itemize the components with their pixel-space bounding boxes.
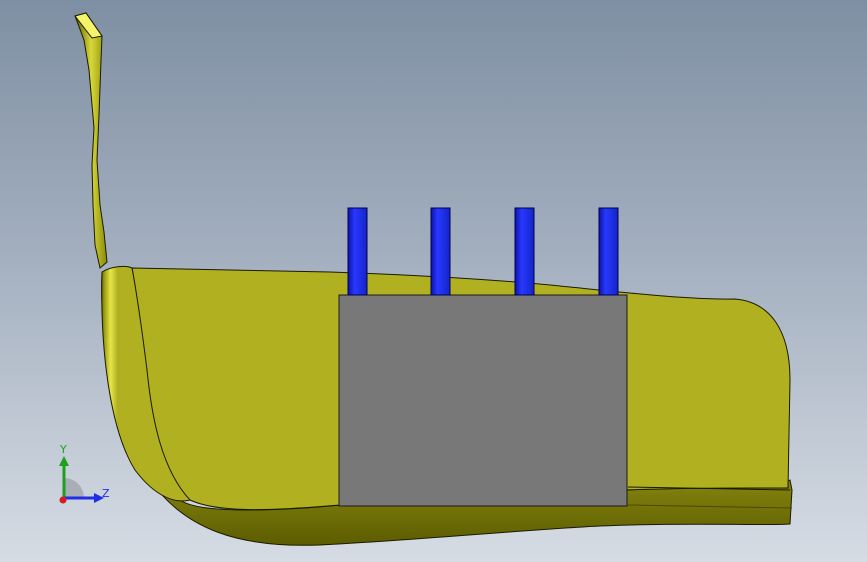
x-axis-icon [59,496,67,504]
pin [430,207,451,296]
triad-plane-icon [64,478,84,498]
y-axis-label: Y [59,443,67,456]
pin [347,207,368,296]
spring-clip [74,12,108,269]
axis-triad: Y Z [59,443,110,504]
pin [514,207,535,296]
model-scene[interactable] [0,0,867,562]
grey-block [338,294,628,507]
pin [598,207,619,296]
z-axis-label: Z [102,487,110,500]
graphics-viewport[interactable]: Y Z [0,0,867,562]
